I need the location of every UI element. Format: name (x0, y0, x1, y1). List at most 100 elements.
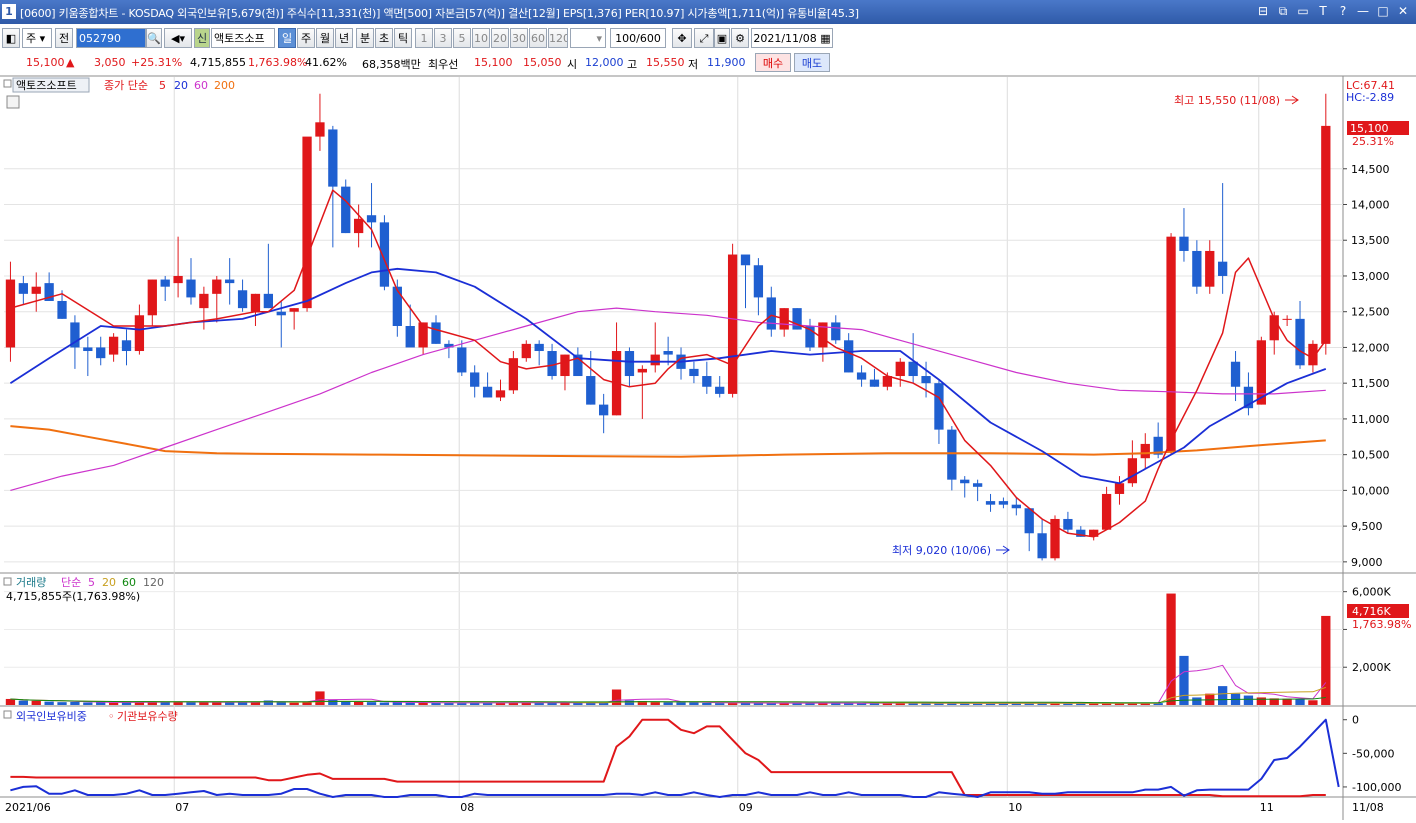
candle-body (1037, 533, 1047, 559)
interval-30[interactable]: 30 (510, 28, 528, 48)
stock-code-input[interactable]: 052790 (76, 28, 146, 48)
volume-ma20-legend: 20 (102, 576, 116, 589)
volume-bar (1321, 615, 1331, 705)
timeframe-day[interactable]: 일 (278, 28, 296, 48)
timeframe-week[interactable]: 주 (297, 28, 315, 48)
volume-bar (96, 702, 106, 705)
chart-area[interactable]: 2021/06 07 08 09 10 11 11/08 9,000 9,500 10,000 10… (0, 75, 1416, 820)
interval-60[interactable]: 60 (529, 28, 547, 48)
candle-body (341, 186, 351, 234)
date-field[interactable]: 2021/11/08 ▦ (751, 28, 833, 48)
candle-body (250, 293, 261, 312)
price-axis-label: 14,500 (1351, 163, 1390, 176)
volume-bar (418, 702, 428, 705)
price-axis-label: 11,500 (1351, 377, 1390, 390)
bar-total: /600 (636, 32, 661, 45)
open-price: 12,000 (585, 56, 624, 69)
volume-bar (676, 702, 686, 705)
price-axis-label: 12,000 (1351, 341, 1390, 354)
chart-background (0, 75, 1416, 820)
volume-info: 4,715,855주(1,763.98%) (6, 590, 140, 603)
price-axis-label: 10,000 (1351, 484, 1390, 497)
volume-ma60-legend: 60 (122, 576, 136, 589)
candle-body (328, 129, 338, 187)
maximize-icon[interactable]: □ (1376, 3, 1390, 19)
price-axis-label: 13,000 (1351, 270, 1390, 283)
timeframe-tick[interactable]: 틱 (394, 28, 412, 48)
candle-body (727, 254, 738, 394)
buy-button[interactable]: 매수 (755, 53, 791, 72)
volume-axis-label: 6,000K (1352, 586, 1391, 599)
candle-body (1024, 508, 1034, 534)
candle-body (740, 254, 751, 266)
volume-bar (1282, 698, 1292, 705)
volume-bar (689, 702, 699, 705)
low-annotation: 최저 9,020 (10/06) (892, 544, 991, 557)
volume-ma-label: 단순 (61, 576, 81, 589)
candle-body (121, 340, 132, 352)
interval-120[interactable]: 120 (548, 28, 568, 48)
volume-value: 4,715,855 (190, 56, 246, 69)
x-tick-label: 08 (460, 801, 474, 814)
font-size-icon[interactable]: T (1316, 3, 1330, 19)
window-title-bar: 1 [0600] 키움종합차트 - KOSDAQ 외국인보유[5,679(천)]… (0, 0, 1416, 24)
stock-name-field[interactable]: 액토즈소프 (211, 28, 275, 48)
ma200-legend: 200 (214, 79, 235, 92)
chart-toolbar: ◧ 주 ▾ 전 052790 🔍 ◀▾ 신 액토즈소프 일 주 월 년 분 초 … (0, 28, 1416, 51)
volume-ratio: 1,763.98% (248, 56, 308, 69)
low-price: 11,900 (707, 56, 746, 69)
candle-body (1063, 518, 1073, 530)
grid-toggle-icon[interactable] (6, 95, 20, 109)
timeframe-year[interactable]: 년 (335, 28, 353, 48)
candle-body (392, 286, 402, 326)
draw-tool-icon[interactable]: ⤢ (694, 28, 714, 48)
trade-amount: 68,358백만 (362, 58, 421, 71)
candle-body (1127, 458, 1138, 484)
bar-count-field[interactable]: 100/600 (610, 28, 666, 48)
volume-bar (1218, 686, 1228, 705)
search-icon[interactable]: 🔍 (146, 28, 162, 48)
x-tick-label: 07 (175, 801, 189, 814)
holding-axis-label: 0 (1352, 714, 1359, 727)
interval-10[interactable]: 10 (472, 28, 490, 48)
custom-interval-select[interactable]: ▾ (570, 28, 606, 48)
volume-bar (353, 701, 364, 705)
link-icon[interactable]: ⊟ (1256, 3, 1270, 19)
ma60-legend: 60 (194, 79, 208, 92)
interval-3[interactable]: 3 (434, 28, 452, 48)
interval-5[interactable]: 5 (453, 28, 471, 48)
copy-window-icon[interactable]: ⧉ (1276, 3, 1290, 19)
candle-body (1218, 261, 1228, 276)
new-badge: 신 (194, 28, 210, 48)
speaker-icon[interactable]: ◀▾ (164, 28, 192, 48)
screen-icon[interactable]: ▭ (1296, 3, 1310, 19)
volume-bar (5, 698, 16, 705)
save-icon[interactable]: ▣ (714, 28, 730, 48)
interval-20[interactable]: 20 (491, 28, 509, 48)
minimize-icon[interactable]: — (1356, 3, 1370, 19)
jeon-button[interactable]: 전 (55, 28, 73, 48)
candle-body (366, 215, 377, 223)
timeframe-month[interactable]: 월 (316, 28, 334, 48)
chart-svg[interactable]: 2021/06 07 08 09 10 11 11/08 9,000 9,500 10,000 10… (0, 75, 1416, 820)
layout-icon[interactable]: ◧ (2, 28, 20, 48)
timeframe-second[interactable]: 초 (375, 28, 393, 48)
candle-body (1205, 250, 1215, 287)
timeframe-minute[interactable]: 분 (356, 28, 374, 48)
volume-bar (1308, 700, 1318, 705)
close-icon[interactable]: ✕ (1396, 3, 1410, 19)
interval-1[interactable]: 1 (415, 28, 433, 48)
period-select[interactable]: 주 ▾ (22, 28, 52, 48)
price-axis-label: 12,500 (1351, 306, 1390, 319)
volume-bar (715, 703, 725, 705)
volume-bar (1192, 697, 1202, 705)
volume-bar (727, 703, 738, 705)
ma-legend-label: 종가 단순 (104, 79, 148, 92)
settings-icon[interactable]: ⚙ (731, 28, 749, 48)
candle-body (844, 340, 854, 373)
sell-button[interactable]: 매도 (794, 53, 830, 72)
volume-bar (263, 700, 274, 705)
help-icon[interactable]: ? (1336, 3, 1350, 19)
crosshair-icon[interactable]: ✥ (672, 28, 692, 48)
candle-body (405, 326, 415, 348)
